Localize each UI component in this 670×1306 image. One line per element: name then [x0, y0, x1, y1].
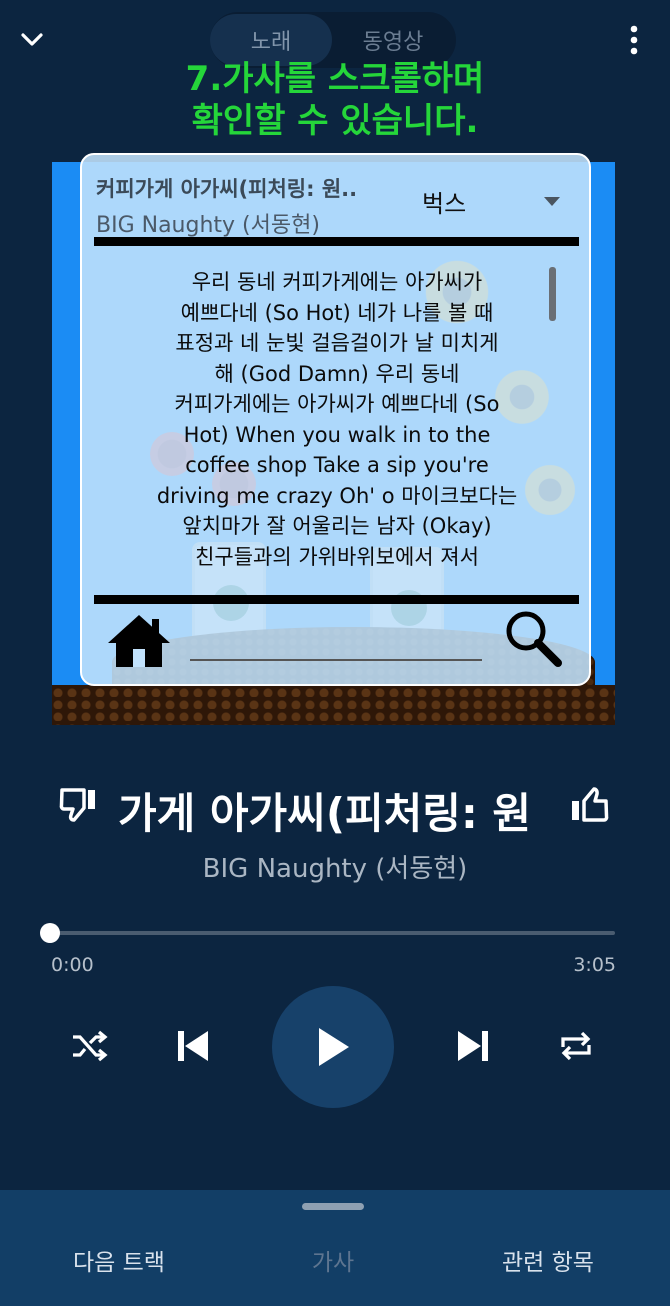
lyrics-line: Hot) When you walk in to the [183, 422, 491, 447]
play-button[interactable] [272, 986, 394, 1108]
more-vert-icon [630, 25, 638, 55]
search-input-line[interactable] [190, 659, 482, 661]
chevron-down-icon [21, 33, 43, 46]
search-button[interactable] [502, 607, 564, 669]
banner-line-1: 7.가사를 스크롤하며 [185, 59, 485, 99]
song-title: 가게 아가씨(피처링: 원 [118, 789, 531, 838]
lyrics-line: 예쁘다네 (So Hot) 네가 나를 볼 때 [180, 300, 494, 325]
lyrics-line: 해 (God Damn) 우리 동네 [214, 361, 460, 386]
tab-related[interactable]: 관련 항목 [470, 1240, 626, 1280]
repeat-icon [561, 1031, 591, 1061]
sheet-drag-handle[interactable] [302, 1203, 364, 1210]
home-button[interactable] [106, 613, 172, 669]
thumbs-down-button[interactable] [58, 784, 100, 826]
total-time: 3:05 [573, 954, 616, 976]
lyrics-line: driving me crazy Oh' o 마이크보다는 [156, 483, 518, 508]
tab-lyrics[interactable]: 가사 [278, 1240, 388, 1280]
home-icon [108, 615, 170, 667]
more-options-button[interactable] [616, 22, 652, 58]
lyrics-scrollbar[interactable] [549, 267, 556, 321]
thumbs-up-button[interactable] [568, 784, 610, 826]
thumbs-up-icon [572, 787, 609, 822]
lyrics-source-select[interactable]: 벅스 [422, 181, 572, 221]
current-time: 0:00 [51, 954, 94, 976]
skip-previous-icon [178, 1031, 208, 1061]
lyrics-line: 친구들과의 가위바위보에서 져서 [195, 544, 479, 569]
repeat-button[interactable] [552, 1022, 600, 1070]
next-button[interactable] [448, 1020, 498, 1072]
progress-thumb[interactable] [40, 923, 60, 943]
shuffle-button[interactable] [66, 1022, 114, 1070]
skip-next-icon [458, 1031, 488, 1061]
collapse-button[interactable] [14, 22, 50, 58]
tab-up-next[interactable]: 다음 트랙 [38, 1240, 200, 1280]
thumbs-down-icon [59, 788, 95, 822]
shuffle-icon [73, 1030, 108, 1062]
lyrics-source-value: 벅스 [422, 189, 467, 218]
banner-line-2: 확인할 수 있습니다. [191, 101, 479, 141]
dropdown-caret-icon [544, 196, 560, 206]
panel-artist: BIG Naughty (서동현) [96, 213, 320, 238]
play-icon [319, 1028, 349, 1066]
instruction-banner: 7.가사를 스크롤하며 확인할 수 있습니다. [0, 58, 670, 142]
lyrics-line: coffee shop Take a sip you're [185, 453, 489, 477]
lyrics-panel: 커피가게 아가씨(피처링: 원.. BIG Naughty (서동현) 벅스 우… [80, 153, 591, 686]
divider-top [94, 237, 579, 246]
lyrics-line: 앞치마가 잘 어울리는 남자 (Okay) [182, 514, 492, 538]
search-icon [506, 611, 562, 667]
panel-song-title: 커피가게 아가씨(피처링: 원.. [96, 177, 358, 201]
song-artist: BIG Naughty (서동현) [202, 854, 468, 884]
lyrics-text[interactable]: 우리 동네 커피가게에는 아가씨가 예쁘다네 (So Hot) 네가 나를 볼 … [122, 267, 552, 585]
lyrics-line: 표정과 네 눈빛 걸음걸이가 날 미치게 [175, 331, 499, 355]
lyrics-line: 우리 동네 커피가게에는 아가씨가 [191, 270, 483, 294]
previous-button[interactable] [168, 1020, 218, 1072]
progress-track[interactable] [50, 931, 615, 935]
lyrics-line: 커피가게에는 아가씨가 예쁘다네 (So [174, 392, 500, 416]
divider-bottom [94, 595, 579, 604]
